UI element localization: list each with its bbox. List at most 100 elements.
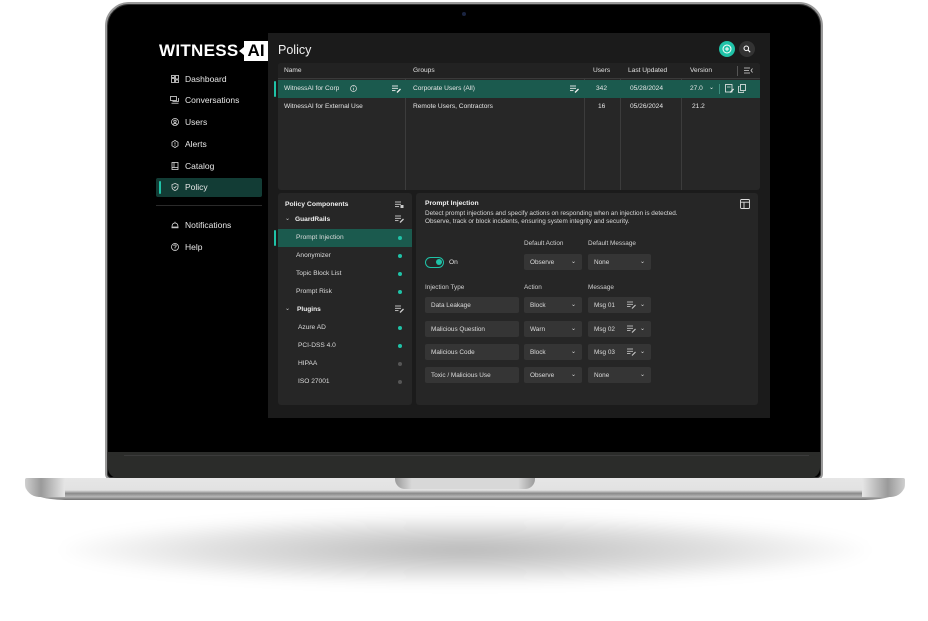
status-dot-enabled [398, 254, 402, 258]
logo-box: AI [238, 41, 269, 61]
action-value: Observe [530, 371, 555, 379]
component-item-pci-dss[interactable]: PCI-DSS 4.0 [278, 337, 412, 355]
injection-type-header: Injection Type [425, 284, 465, 291]
sidebar-label: Help [185, 242, 203, 253]
edit-message-icon[interactable] [627, 301, 636, 309]
edit-message-icon[interactable] [627, 325, 636, 333]
alerts-icon [170, 139, 179, 148]
component-item-prompt-risk[interactable]: Prompt Risk [278, 283, 412, 301]
component-item-hipaa[interactable]: HIPAA [278, 355, 412, 373]
component-item-topic-block-list[interactable]: Topic Block List [278, 265, 412, 283]
column-header-groups[interactable]: Groups [413, 67, 435, 74]
message-select[interactable]: Msg 01 ⌄ [588, 297, 651, 313]
component-label: HIPAA [298, 360, 318, 367]
sidebar-item-dashboard[interactable]: Dashboard [156, 69, 262, 88]
chevron-down-icon: ⌄ [639, 258, 645, 265]
version-select[interactable]: 27.0 [690, 85, 703, 92]
table-row[interactable]: WitnessAI for Corp Corporate Users (All)… [274, 80, 760, 98]
save-version-icon[interactable] [725, 84, 734, 93]
status-dot-enabled [398, 326, 402, 330]
group-plugins[interactable]: ⌄ Plugins [278, 301, 412, 319]
add-component-icon[interactable] [395, 201, 404, 208]
message-value: Msg 02 [594, 325, 615, 333]
injection-type-value: Data Leakage [431, 301, 471, 309]
action-select[interactable]: Block ⌄ [524, 344, 582, 360]
action-select[interactable]: Observe ⌄ [524, 367, 582, 383]
injection-type-field: Malicious Question [425, 321, 519, 337]
chevron-down-icon[interactable]: ⌄ [285, 305, 290, 312]
component-item-iso-27001[interactable]: ISO 27001 [278, 373, 412, 391]
enable-toggle[interactable] [425, 257, 444, 268]
action-select[interactable]: Warn ⌄ [524, 321, 582, 337]
action-value: Warn [530, 325, 546, 333]
conversations-icon [170, 96, 179, 105]
chevron-down-icon[interactable]: ⌄ [285, 215, 290, 222]
default-action-select[interactable]: Observe ⌄ [524, 254, 582, 270]
component-item-anonymizer[interactable]: Anonymizer [278, 247, 412, 265]
users-icon [170, 118, 179, 127]
brand-logo[interactable]: WITNESS AI [159, 41, 269, 61]
column-header-last-updated[interactable]: Last Updated [628, 67, 667, 74]
search-icon [743, 45, 751, 53]
info-icon[interactable] [350, 85, 357, 92]
sidebar-item-policy[interactable]: Policy [156, 177, 262, 197]
laptop-shadow [60, 515, 870, 585]
edit-message-icon[interactable] [627, 348, 636, 356]
message-select[interactable]: None ⌄ [588, 367, 651, 383]
layout-icon[interactable] [740, 199, 750, 209]
column-header-name[interactable]: Name [284, 67, 302, 74]
sidebar: Dashboard Conversations Users Alerts Cat… [156, 69, 262, 260]
edit-groups-icon[interactable] [570, 85, 579, 93]
action-header: Action [524, 284, 542, 291]
sidebar-item-users[interactable]: Users [156, 113, 262, 132]
logo-word: WITNESS [159, 41, 239, 60]
group-guardrails[interactable]: ⌄ GuardRails [278, 211, 412, 229]
column-header-users[interactable]: Users [593, 67, 610, 74]
table-header: Name Groups Users Last Updated Version [278, 63, 760, 79]
policy-name: WitnessAI for External Use [284, 103, 363, 110]
status-dot-enabled [398, 236, 402, 240]
sidebar-label: Policy [185, 182, 208, 193]
bell-icon [170, 221, 179, 230]
add-policy-button[interactable] [719, 41, 735, 57]
column-settings-icon[interactable] [744, 67, 753, 74]
component-label: Topic Block List [296, 270, 342, 277]
policy-shield-icon [170, 183, 179, 192]
chevron-down-icon: ⌄ [570, 301, 576, 308]
message-value: Msg 01 [594, 301, 615, 309]
page-title: Policy [278, 43, 312, 57]
default-message-label: Default Message [588, 240, 636, 247]
policy-groups: Remote Users, Contractors [413, 103, 493, 110]
component-label: Azure AD [298, 324, 326, 331]
chevron-down-icon: ⌄ [570, 258, 576, 265]
edit-group-icon[interactable] [395, 305, 404, 313]
action-select[interactable]: Block ⌄ [524, 297, 582, 313]
edit-group-icon[interactable] [395, 215, 404, 223]
message-value: None [594, 371, 610, 379]
column-header-version[interactable]: Version [690, 67, 712, 74]
sidebar-item-conversations[interactable]: Conversations [156, 91, 262, 110]
sidebar-divider [156, 204, 262, 206]
search-button[interactable] [739, 41, 755, 57]
sidebar-item-alerts[interactable]: Alerts [156, 134, 262, 153]
component-item-prompt-injection[interactable]: Prompt Injection [274, 229, 412, 247]
injection-type-value: Toxic / Malicious Use [431, 371, 491, 379]
sidebar-item-help[interactable]: Help [156, 238, 262, 257]
injection-type-value: Malicious Question [431, 325, 485, 333]
main-content: Policy Name Groups Users Last Updated Ve… [268, 33, 770, 418]
sidebar-item-catalog[interactable]: Catalog [156, 156, 262, 175]
policy-users: 342 [596, 85, 608, 92]
sidebar-item-notifications[interactable]: Notifications [156, 216, 262, 235]
component-item-azure-ad[interactable]: Azure AD [278, 319, 412, 337]
default-action-value: Observe [530, 258, 555, 266]
laptop-base-left-edge [25, 478, 65, 497]
message-select[interactable]: Msg 02 ⌄ [588, 321, 651, 337]
table-row[interactable]: WitnessAI for External Use Remote Users,… [278, 98, 760, 116]
default-message-select[interactable]: None ⌄ [588, 254, 651, 270]
copy-icon[interactable] [738, 84, 746, 93]
edit-name-icon[interactable] [392, 85, 401, 93]
status-dot-enabled [398, 290, 402, 294]
chevron-down-icon[interactable]: ⌄ [709, 84, 714, 91]
message-select[interactable]: Msg 03 ⌄ [588, 344, 651, 360]
webcam [462, 12, 466, 16]
